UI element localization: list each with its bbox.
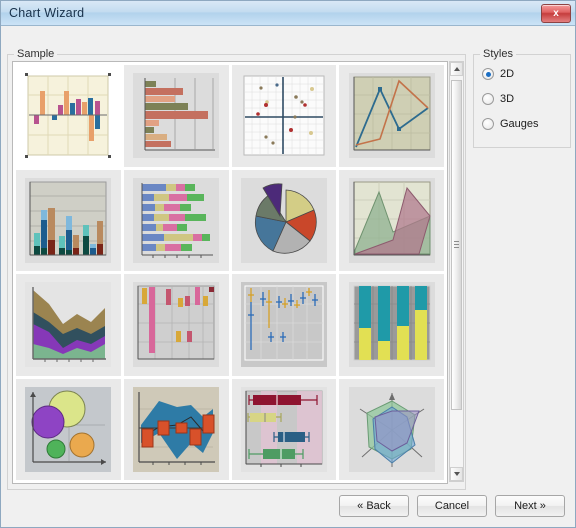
next-button[interactable]: Next » — [495, 495, 565, 517]
radio-button-icon — [482, 68, 494, 80]
selection-handle[interactable] — [25, 73, 29, 77]
title-bar: Chart Wizard x — [1, 1, 575, 26]
hlc-candlestick-chart-preview — [240, 282, 327, 368]
thumb-area-chart[interactable] — [339, 169, 444, 271]
thumb-stacked-bar-chart[interactable] — [123, 169, 229, 271]
radio-style-2d[interactable]: 2D — [482, 68, 514, 80]
stacked-bar-chart-preview — [133, 177, 220, 263]
styles-group: Styles 2D 3D Gauges — [473, 48, 571, 148]
radio-button-icon — [482, 93, 494, 105]
box-plot-chart-preview — [240, 386, 327, 472]
combination-chart-preview — [133, 386, 220, 472]
radio-style-3d[interactable]: 3D — [482, 93, 514, 105]
thumb-stacked-column-two-series-chart[interactable] — [339, 274, 444, 376]
radio-button-icon — [482, 118, 494, 130]
chevron-up-icon — [453, 67, 460, 71]
thumb-line-chart[interactable] — [339, 65, 444, 167]
thumb-hlc-candlestick-chart[interactable] — [231, 274, 337, 376]
thumb-box-plot-chart[interactable] — [231, 378, 337, 480]
thumb-bubble-chart[interactable] — [16, 378, 121, 480]
stacked-area-chart-preview — [25, 282, 112, 368]
back-button[interactable]: « Back — [339, 495, 409, 517]
area-chart-preview — [348, 177, 435, 263]
scroll-down-arrow-button[interactable] — [450, 467, 463, 481]
range-bar-chart-preview — [133, 282, 220, 368]
stacked-column-chart-preview — [25, 177, 112, 263]
radio-style-gauges[interactable]: Gauges — [482, 118, 539, 130]
thumb-radar-chart[interactable] — [339, 378, 444, 480]
line-chart-preview — [348, 73, 435, 159]
radio-style-2d-label: 2D — [500, 68, 515, 80]
thumb-scatter-chart[interactable] — [231, 65, 337, 167]
thumbnail-grid — [13, 62, 447, 483]
thumbnail-scrollbar[interactable] — [449, 61, 464, 482]
radio-style-gauges-label: Gauges — [500, 118, 539, 130]
dialog-button-row: « Back Cancel Next » — [339, 495, 565, 517]
chevron-down-icon — [453, 472, 460, 476]
sample-group: Sample — [7, 48, 466, 490]
close-icon: x — [553, 8, 559, 19]
selection-handle[interactable] — [25, 155, 29, 159]
close-button[interactable]: x — [541, 4, 571, 23]
selection-handle[interactable] — [108, 73, 112, 77]
sample-group-label: Sample — [14, 48, 58, 60]
radio-style-3d-label: 3D — [500, 93, 515, 105]
stacked-column-two-series-chart-preview — [348, 282, 435, 368]
thumb-pie-chart[interactable] — [231, 169, 337, 271]
thumb-range-bar-chart[interactable] — [123, 274, 229, 376]
scrollbar-grip-icon — [454, 241, 459, 249]
column-chart-preview — [25, 73, 112, 159]
scroll-up-arrow-button[interactable] — [450, 62, 463, 76]
scatter-chart-preview — [241, 73, 327, 158]
thumb-stacked-area-chart[interactable] — [16, 274, 121, 376]
cancel-button[interactable]: Cancel — [417, 495, 487, 517]
styles-group-label: Styles — [480, 48, 516, 60]
bar-chart-preview — [133, 73, 220, 159]
dialog-body: Sample Styles 2D 3D Gauges « Back Cancel… — [1, 26, 575, 527]
chart-wizard-window: Chart Wizard x Sample Styles 2D 3D Gauge… — [0, 0, 576, 528]
pie-chart-preview — [240, 177, 327, 263]
thumb-stacked-column-chart[interactable] — [16, 169, 121, 271]
bubble-chart-preview — [25, 386, 112, 472]
thumb-combination-chart[interactable] — [123, 378, 229, 480]
thumbnail-panel — [12, 61, 448, 484]
thumb-column-chart[interactable] — [16, 65, 121, 167]
scrollbar-thumb[interactable] — [451, 80, 462, 410]
radar-chart-preview — [348, 386, 435, 472]
thumb-bar-chart[interactable] — [123, 65, 229, 167]
selection-handle[interactable] — [108, 155, 112, 159]
window-title: Chart Wizard — [9, 6, 85, 20]
